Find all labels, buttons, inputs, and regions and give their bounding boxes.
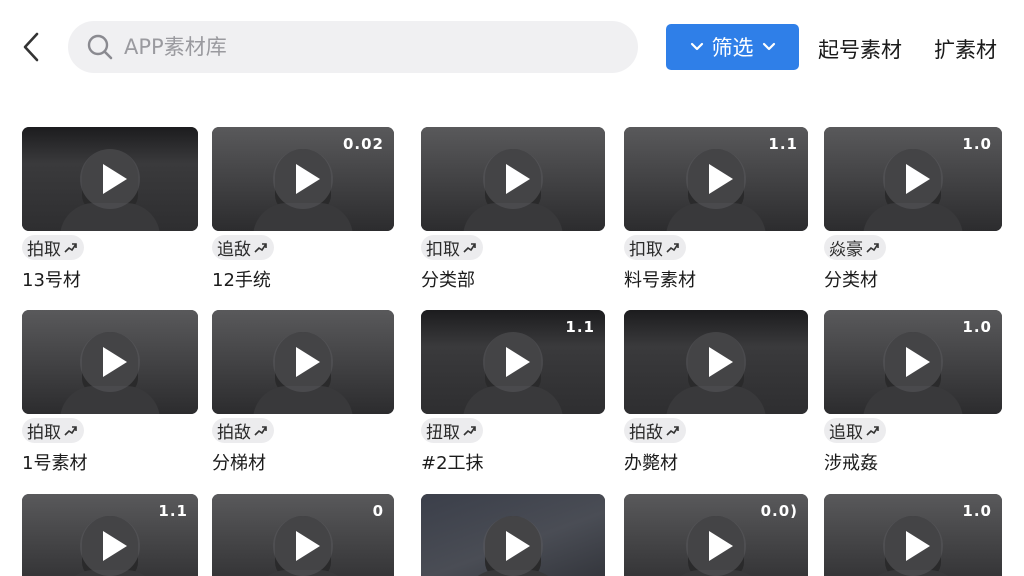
status-tag: 扣取	[624, 235, 686, 260]
status-tag: 拍敌	[212, 418, 274, 443]
duration-badge: 0.0)	[760, 502, 798, 520]
trend-arrow-icon	[866, 243, 879, 253]
video-title: 分类部	[421, 270, 475, 291]
duration-badge: 0.02	[342, 135, 384, 153]
video-card[interactable]: 拍敌办斃材	[624, 310, 808, 475]
play-icon[interactable]	[686, 149, 746, 209]
status-tag: 扭取	[421, 418, 483, 443]
play-icon[interactable]	[80, 516, 140, 576]
video-thumbnail[interactable]	[421, 127, 605, 231]
video-card[interactable]: 1.0 追取涉戒姦	[824, 310, 1002, 475]
video-thumbnail[interactable]	[212, 310, 394, 414]
status-tag-label: 拍取	[27, 240, 61, 260]
status-tag-label: 扣取	[426, 240, 460, 260]
play-icon[interactable]	[883, 332, 943, 392]
video-title: #2工抹	[421, 453, 484, 474]
trend-arrow-icon	[64, 426, 77, 436]
video-title: 12手统	[212, 270, 271, 291]
video-card[interactable]: 拍敌分梯材	[212, 310, 394, 475]
status-tag: 拍敌	[624, 418, 686, 443]
video-title: 13号材	[22, 270, 81, 291]
video-card[interactable]: 0.0)	[624, 494, 808, 576]
status-tag: 焱豪	[824, 235, 886, 260]
duration-badge: 1.0	[962, 318, 992, 336]
video-thumbnail[interactable]	[421, 494, 605, 576]
video-thumbnail[interactable]: 1.1	[22, 494, 198, 576]
video-card[interactable]: 1.0	[824, 494, 1002, 576]
video-card[interactable]: 1.0 焱豪分类材	[824, 127, 1002, 292]
trend-arrow-icon	[463, 243, 476, 253]
video-thumbnail[interactable]: 0.0)	[624, 494, 808, 576]
play-icon[interactable]	[686, 516, 746, 576]
video-card[interactable]: 1.1 扣取料号素材	[624, 127, 808, 292]
play-icon[interactable]	[883, 516, 943, 576]
video-card[interactable]: 1.1	[22, 494, 198, 576]
play-icon[interactable]	[686, 332, 746, 392]
video-title: 1号素材	[22, 453, 88, 474]
status-tag: 追敌	[212, 235, 274, 260]
status-tag-label: 追敌	[217, 240, 251, 260]
trend-arrow-icon	[64, 243, 77, 253]
duration-badge: 1.1	[565, 318, 595, 336]
play-icon[interactable]	[80, 332, 140, 392]
play-icon[interactable]	[483, 149, 543, 209]
material-grid: 拍取 13号材 0.02 追敌 12手统 扣取 分类部 1.1 扣取 料号素材 1.0 焱豪 分类材 拍取…	[0, 0, 1024, 576]
video-title: 料号素材	[624, 270, 696, 291]
play-icon[interactable]	[273, 516, 333, 576]
status-tag: 拍取	[22, 418, 84, 443]
play-icon[interactable]	[483, 332, 543, 392]
status-tag-label: 扣取	[629, 240, 663, 260]
video-card[interactable]: 0.02 追敌 12手统	[212, 127, 394, 292]
video-title: 涉戒姦	[824, 453, 878, 474]
video-thumbnail[interactable]: 1.0	[824, 127, 1002, 231]
status-tag: 拍取	[22, 235, 84, 260]
status-tag-label: 焱豪	[829, 240, 863, 260]
video-thumbnail[interactable]	[624, 310, 808, 414]
duration-badge: 1.0	[962, 135, 992, 153]
video-title: 分梯材	[212, 453, 266, 474]
trend-arrow-icon	[254, 426, 267, 436]
video-thumbnail[interactable]: 1.1	[421, 310, 605, 414]
play-icon[interactable]	[80, 149, 140, 209]
video-thumbnail[interactable]	[22, 127, 198, 231]
status-tag: 扣取	[421, 235, 483, 260]
trend-arrow-icon	[254, 243, 267, 253]
play-icon[interactable]	[883, 149, 943, 209]
status-tag-label: 追取	[829, 423, 863, 443]
trend-arrow-icon	[666, 426, 679, 436]
status-tag-label: 拍取	[27, 423, 61, 443]
duration-badge: 1.1	[158, 502, 188, 520]
status-tag: 追取	[824, 418, 886, 443]
video-title: 办斃材	[624, 453, 678, 474]
duration-badge: 1.1	[768, 135, 798, 153]
video-card[interactable]: 0	[212, 494, 394, 576]
video-thumbnail[interactable]: 0.02	[212, 127, 394, 231]
duration-badge: 0	[372, 502, 384, 520]
duration-badge: 1.0	[962, 502, 992, 520]
video-card[interactable]: 扣取分类部	[421, 127, 605, 292]
play-icon[interactable]	[273, 149, 333, 209]
status-tag-label: 拍敌	[629, 423, 663, 443]
status-tag-label: 扭取	[426, 423, 460, 443]
app-root: 筛选 起号素材 扩素材 拍取13号材0.02追敌12手统扣取分类部1.1扣取料号…	[0, 0, 1024, 576]
video-thumbnail[interactable]	[22, 310, 198, 414]
video-card[interactable]: 1.1 扭取 #2工抹	[421, 310, 605, 475]
video-thumbnail[interactable]: 1.1	[624, 127, 808, 231]
play-icon[interactable]	[273, 332, 333, 392]
trend-arrow-icon	[666, 243, 679, 253]
video-thumbnail[interactable]: 1.0	[824, 310, 1002, 414]
video-thumbnail[interactable]: 1.0	[824, 494, 1002, 576]
video-card[interactable]	[421, 494, 605, 576]
video-card[interactable]: 拍取 1号素材	[22, 310, 198, 475]
trend-arrow-icon	[463, 426, 476, 436]
play-icon[interactable]	[483, 516, 543, 576]
trend-arrow-icon	[866, 426, 879, 436]
video-card[interactable]: 拍取 13号材	[22, 127, 198, 292]
status-tag-label: 拍敌	[217, 423, 251, 443]
video-title: 分类材	[824, 270, 878, 291]
video-thumbnail[interactable]: 0	[212, 494, 394, 576]
